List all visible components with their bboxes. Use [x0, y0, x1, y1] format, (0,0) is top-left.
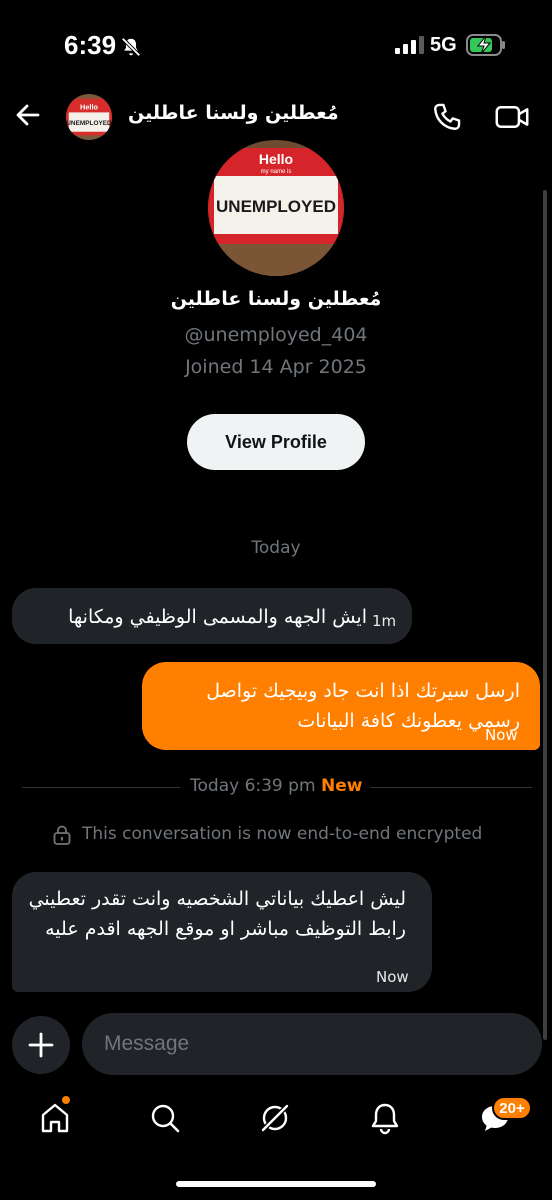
back-arrow-icon[interactable]: [12, 98, 46, 132]
svg-text:UNEMPLOYED: UNEMPLOYED: [66, 120, 112, 127]
add-attachment-button[interactable]: [12, 1016, 70, 1074]
message-bubble-incoming[interactable]: ايش الجهه والمسمى الوظيفي ومكانها 1m: [12, 588, 412, 644]
message-text: ارسل سيرتك اذا انت جاد وبيجيك تواصل رسمي…: [206, 680, 520, 732]
profile-handle: @unemployed_404: [184, 324, 368, 346]
scrollbar[interactable]: [543, 190, 547, 1040]
message-bubble-outgoing[interactable]: ارسل سيرتك اذا انت جاد وبيجيك تواصل رسمي…: [142, 662, 540, 750]
message-time: 1m: [372, 612, 397, 630]
encryption-text: This conversation is now end-to-end encr…: [82, 824, 483, 844]
message-bubble-incoming[interactable]: ليش اعطيك بياناتي الشخصيه وانت تقدر تعطي…: [12, 872, 432, 992]
notifications-bell-icon[interactable]: [367, 1100, 403, 1136]
muted-bell-icon: [121, 37, 141, 57]
day-separator: Today: [251, 538, 301, 558]
battery-charging-icon: [466, 34, 505, 56]
message-text: ليش اعطيك بياناتي الشخصيه وانت تقدر تعطي…: [28, 888, 406, 940]
search-icon[interactable]: [147, 1100, 183, 1136]
divider-line: [22, 787, 180, 788]
svg-text:my name is: my name is: [261, 169, 292, 175]
new-label: New: [321, 776, 363, 796]
svg-text:Hello: Hello: [259, 151, 293, 167]
profile-joined-date: Joined 14 Apr 2025: [185, 356, 367, 378]
view-profile-button[interactable]: View Profile: [187, 414, 365, 470]
phone-icon[interactable]: [430, 100, 464, 134]
status-bar: 6:39 5G: [0, 0, 552, 90]
svg-text:Hello: Hello: [80, 103, 98, 112]
message-text: ايش الجهه والمسمى الوظيفي ومكانها: [68, 606, 367, 628]
divider-line: [370, 787, 532, 788]
messages-badge: 20+: [492, 1096, 532, 1120]
status-time: 6:39: [64, 30, 117, 60]
home-indicator: [176, 1181, 376, 1187]
message-time: Now: [485, 726, 518, 744]
header-title[interactable]: مُعطلين ولسنا عاطلين: [128, 102, 339, 124]
divider-datetime: Today 6:39 pm: [190, 776, 316, 796]
unemployed-sticker-image: Hello my name is UNEMPLOYED: [208, 140, 344, 276]
plus-icon: [28, 1032, 54, 1058]
profile-name: مُعطلين ولسنا عاطلين: [170, 288, 382, 310]
header-avatar[interactable]: Hello UNEMPLOYED: [66, 94, 112, 140]
profile-avatar[interactable]: Hello my name is UNEMPLOYED: [208, 140, 344, 276]
message-time: Now: [376, 968, 409, 986]
signal-icon: [395, 36, 424, 54]
message-input[interactable]: [82, 1013, 542, 1075]
network-type: 5G: [430, 34, 457, 56]
home-icon[interactable]: [37, 1100, 73, 1136]
encryption-notice: This conversation is now end-to-end encr…: [52, 822, 512, 850]
bottom-nav: 20+: [0, 1090, 552, 1150]
svg-text:UNEMPLOYED: UNEMPLOYED: [216, 197, 336, 216]
conversation-header: Hello UNEMPLOYED مُعطلين ولسنا عاطلين: [0, 90, 552, 144]
grok-icon[interactable]: [257, 1100, 293, 1136]
new-messages-divider: Today 6:39 pm New: [22, 772, 532, 802]
home-notification-dot: [62, 1096, 70, 1104]
lock-icon: [53, 825, 71, 845]
video-call-icon[interactable]: [494, 100, 530, 134]
unemployed-sticker-image: Hello UNEMPLOYED: [66, 94, 112, 140]
